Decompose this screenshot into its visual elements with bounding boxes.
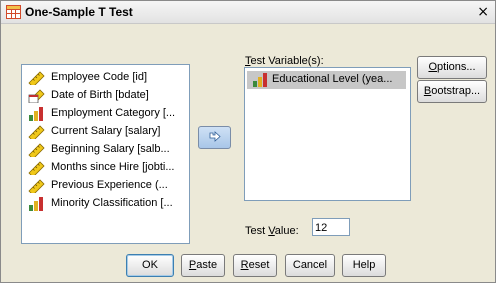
paste-label: aste	[196, 259, 218, 271]
ruler-scale-icon	[28, 125, 45, 139]
options-label: ptions...	[437, 61, 476, 73]
one-sample-t-test-dialog: One-Sample T Test × Employee Code [id] D…	[0, 0, 496, 283]
bar-chart-ordinal-icon	[253, 73, 267, 87]
test-value-label-b: alue:	[274, 225, 299, 237]
ruler-scale-icon	[28, 161, 45, 175]
reset-label: eset	[248, 259, 270, 271]
ruler-scale-icon	[28, 179, 45, 193]
test-value-input[interactable]: 12	[312, 218, 350, 236]
list-item-educational-level[interactable]: Educational Level (yea...	[247, 71, 406, 89]
test-value-label: Test Value:	[245, 225, 299, 237]
variable-label: Date of Birth [bdate]	[51, 89, 149, 101]
test-value-label-a: Test	[245, 225, 269, 237]
ok-button[interactable]: OK	[126, 254, 174, 277]
source-variable-list[interactable]: Employee Code [id] Date of Birth [bdate]…	[21, 64, 190, 244]
ruler-scale-icon	[28, 71, 45, 85]
variable-label: Employee Code [id]	[51, 71, 147, 83]
paste-button[interactable]: Paste	[181, 254, 225, 277]
reset-mnemonic: R	[240, 259, 249, 271]
bar-chart-ordinal-icon	[29, 197, 43, 211]
title-bar[interactable]: One-Sample T Test ×	[1, 1, 495, 24]
list-item-previous-experience[interactable]: Previous Experience (...	[22, 177, 187, 195]
list-item-beginning-salary[interactable]: Beginning Salary [salb...	[22, 141, 187, 159]
variable-label: Months since Hire [jobti...	[51, 161, 175, 173]
close-icon[interactable]: ×	[477, 4, 489, 20]
list-item-employment-category[interactable]: Employment Category [...	[22, 105, 187, 123]
reset-button[interactable]: Reset	[233, 254, 277, 277]
calendar-scale-icon	[28, 89, 45, 103]
options-button[interactable]: Options...	[417, 56, 487, 79]
variable-label: Beginning Salary [salb...	[51, 143, 170, 155]
ruler-scale-icon	[28, 143, 45, 157]
list-item-current-salary[interactable]: Current Salary [salary]	[22, 123, 187, 141]
arrow-right-icon	[209, 131, 221, 142]
spss-dialog-icon	[6, 5, 21, 19]
options-mnemonic: O	[428, 61, 438, 73]
help-button[interactable]: Help	[342, 254, 386, 277]
dialog-title: One-Sample T Test	[25, 5, 133, 19]
test-variables-label-text: est Variable(s):	[250, 55, 324, 67]
bar-chart-ordinal-icon	[29, 107, 43, 121]
list-item-minority-classification[interactable]: Minority Classification [...	[22, 195, 187, 213]
cancel-button[interactable]: Cancel	[285, 254, 335, 277]
list-item-employee-code[interactable]: Employee Code [id]	[22, 69, 187, 87]
variable-label: Previous Experience (...	[51, 179, 168, 191]
bootstrap-button[interactable]: Bootstrap...	[417, 80, 487, 103]
test-variables-label: Test Variable(s):	[245, 55, 324, 67]
move-variable-button[interactable]	[198, 126, 231, 149]
bootstrap-label: ootstrap...	[431, 85, 481, 97]
variable-label: Current Salary [salary]	[51, 125, 161, 137]
test-variables-list[interactable]: Educational Level (yea...	[244, 67, 411, 201]
list-item-date-of-birth[interactable]: Date of Birth [bdate]	[22, 87, 187, 105]
variable-label: Employment Category [...	[51, 107, 176, 119]
list-item-months-since-hire[interactable]: Months since Hire [jobti...	[22, 159, 187, 177]
variable-label: Minority Classification [...	[51, 197, 173, 209]
variable-label: Educational Level (yea...	[272, 73, 393, 85]
